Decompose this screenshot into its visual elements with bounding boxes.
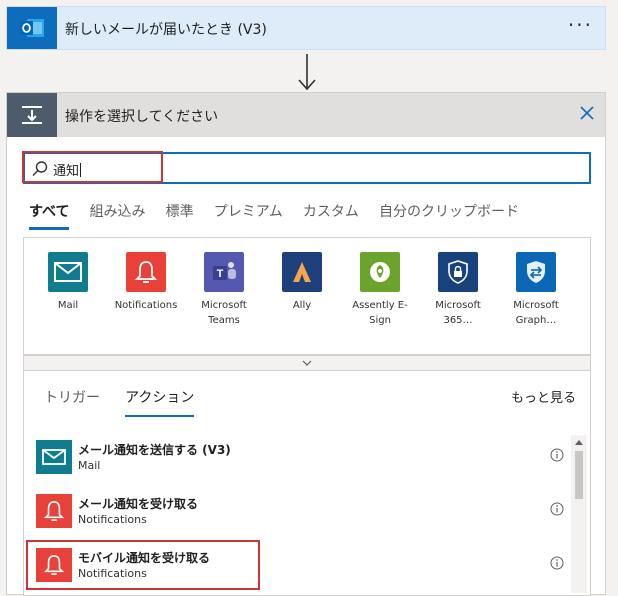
action-title: メール通知を受け取る	[78, 497, 199, 511]
connector-label: Assently E-Sign	[352, 300, 408, 326]
action-title: メール通知を送信する (V3)	[78, 443, 231, 457]
panel-header: 操作を選択してください	[7, 93, 605, 137]
trigger-card[interactable]: 新しいメールが届いたとき (V3) ···	[6, 6, 606, 50]
action-connector: Mail	[78, 459, 101, 472]
graph-icon	[516, 252, 556, 292]
scroll-thumb[interactable]	[575, 451, 583, 499]
connector-label: Notifications	[114, 300, 178, 311]
filter-tab-all[interactable]: すべて	[29, 201, 70, 230]
chevron-down-icon	[302, 360, 312, 366]
connector-graph[interactable]: Microsoft Graph…	[498, 252, 574, 328]
info-icon[interactable]	[550, 556, 564, 570]
connector-label: Microsoft 365…	[435, 300, 481, 326]
outlook-icon	[7, 7, 57, 49]
expand-connectors-button[interactable]	[23, 355, 591, 371]
filter-tab-premium[interactable]: プレミアム	[214, 201, 283, 227]
filter-tab-builtin[interactable]: 組み込み	[90, 201, 146, 227]
tab-triggers[interactable]: トリガー	[44, 387, 100, 415]
connector-label: Ally	[292, 300, 312, 311]
info-icon[interactable]	[550, 448, 564, 462]
bell-icon	[36, 494, 72, 528]
connector-mail[interactable]: Mail	[30, 252, 106, 313]
connector-assently[interactable]: Assently E-Sign	[342, 252, 418, 328]
connector-ally[interactable]: Ally	[264, 252, 340, 313]
assently-icon	[360, 252, 400, 292]
connector-label: Microsoft Teams	[201, 300, 247, 326]
ally-icon	[282, 252, 322, 292]
filter-tab-custom[interactable]: カスタム	[303, 201, 359, 227]
results-scrollbar[interactable]	[571, 435, 587, 593]
teams-icon: T	[204, 252, 244, 292]
bell-icon	[126, 252, 166, 292]
list-item[interactable]: メール通知を送信する (V3) Mail	[24, 433, 574, 487]
connector-teams[interactable]: T Microsoft Teams	[186, 252, 262, 328]
filter-tab-clipboard[interactable]: 自分のクリップボード	[379, 201, 519, 227]
filter-tab-standard[interactable]: 標準	[166, 201, 194, 227]
close-icon[interactable]	[577, 103, 597, 123]
connector-label: Mail	[57, 300, 79, 311]
list-item[interactable]: メール通知を受け取る Notifications	[24, 487, 574, 541]
mail-icon	[48, 252, 88, 292]
connector-grid: Mail Notifications T Microsoft Teams All…	[23, 237, 591, 355]
scroll-up-icon[interactable]	[571, 435, 587, 449]
highlight-mobile-notification	[26, 540, 260, 590]
svg-text:T: T	[217, 268, 224, 280]
flow-arrow-icon	[298, 54, 316, 91]
trigger-title: 新しいメールが届いたとき (V3)	[65, 22, 267, 38]
action-connector: Notifications	[78, 513, 147, 526]
tab-actions[interactable]: アクション	[125, 387, 195, 417]
info-icon[interactable]	[550, 502, 564, 516]
connector-m365[interactable]: Microsoft 365…	[420, 252, 496, 328]
panel-title: 操作を選択してください	[65, 109, 219, 125]
filter-tabs: すべて 組み込み 標準 プレミアム カスタム 自分のクリップボード	[29, 201, 534, 231]
mail-icon	[36, 440, 72, 474]
highlight-search-box	[22, 151, 163, 183]
more-options-button[interactable]: ···	[568, 13, 593, 37]
connector-label: Microsoft Graph…	[513, 300, 559, 326]
see-more-link[interactable]: もっと見る	[511, 387, 576, 406]
result-tabs: トリガー アクション	[44, 387, 214, 417]
operation-icon	[7, 93, 57, 137]
shield-lock-icon	[438, 252, 478, 292]
connector-notifications[interactable]: Notifications	[108, 252, 184, 313]
